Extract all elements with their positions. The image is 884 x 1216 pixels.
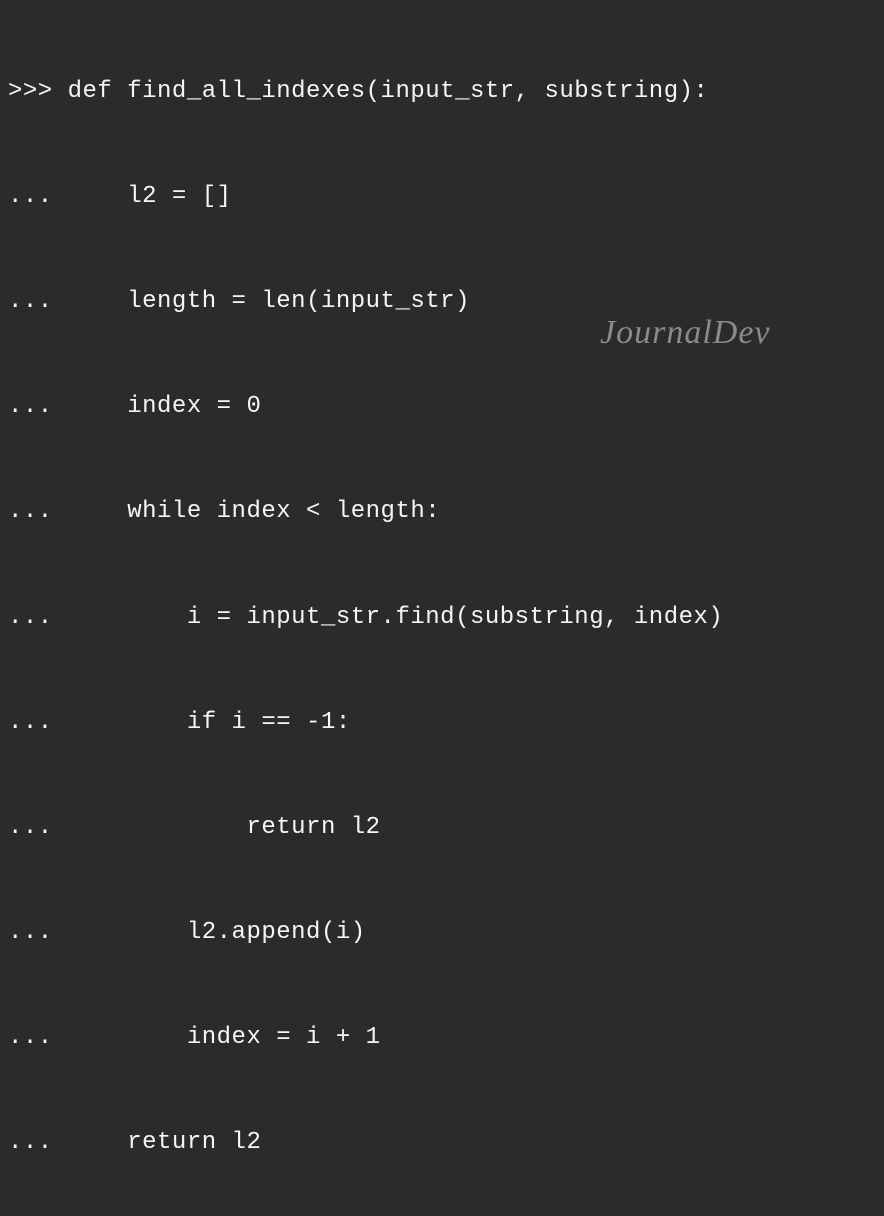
code-line: ... return l2 [8, 1125, 876, 1160]
code-line: ... l2 = [] [8, 179, 876, 214]
code-line: ... index = 0 [8, 389, 876, 424]
code-line: ... l2.append(i) [8, 915, 876, 950]
python-repl-terminal[interactable]: >>> def find_all_indexes(input_str, subs… [8, 4, 876, 1216]
code-line: ... length = len(input_str) [8, 284, 876, 319]
code-line: ... i = input_str.find(substring, index) [8, 600, 876, 635]
code-line: ... while index < length: [8, 494, 876, 529]
code-line: ... if i == -1: [8, 705, 876, 740]
code-line: ... return l2 [8, 810, 876, 845]
code-line: >>> def find_all_indexes(input_str, subs… [8, 74, 876, 109]
code-line: ... index = i + 1 [8, 1020, 876, 1055]
